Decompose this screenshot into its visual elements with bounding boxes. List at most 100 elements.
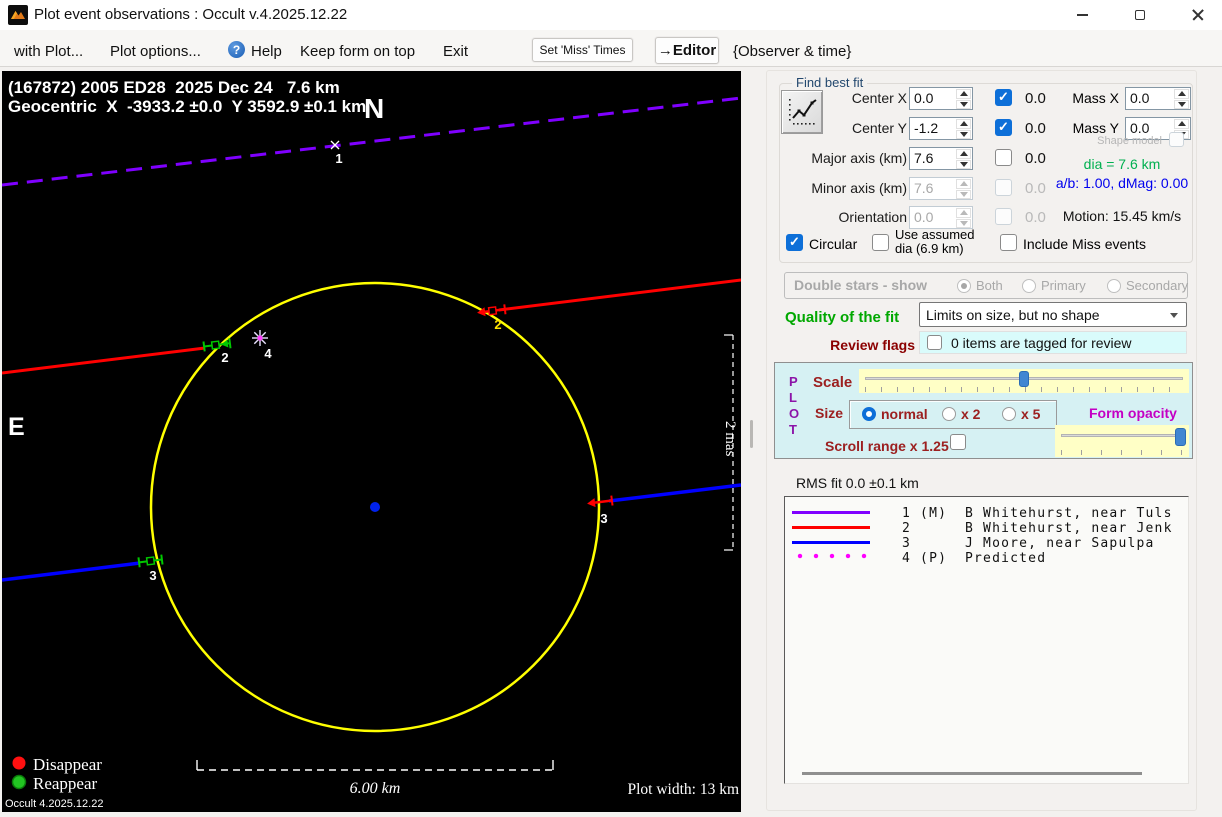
size-radio-x2[interactable]: [942, 407, 956, 421]
form-opacity-slider[interactable]: [1055, 425, 1189, 457]
include-miss-checkbox[interactable]: [1000, 234, 1017, 251]
mass-x-spinner[interactable]: 0.0: [1125, 87, 1191, 110]
minor-axis-value: 7.6: [914, 180, 934, 196]
app-window: Plot event observations : Occult v.4.202…: [0, 0, 1222, 817]
editor-button[interactable]: →Editor: [655, 37, 719, 64]
chord-2-left-segment: [1, 346, 206, 375]
titlebar: Plot event observations : Occult v.4.202…: [0, 0, 1222, 30]
reappear-label: Reappear: [33, 774, 98, 793]
reappear-dot-icon: [11, 774, 27, 790]
center-y-down[interactable]: [956, 129, 971, 139]
center-y-checkbox[interactable]: [995, 119, 1012, 136]
chevron-down-icon: [1170, 313, 1178, 318]
center-y-label: Center Y: [852, 120, 907, 136]
rms-fit-label: RMS fit 0.0 ±0.1 km: [796, 475, 919, 491]
menu-help[interactable]: Help: [251, 43, 282, 60]
observation-2-name: B Whitehurst, near Jenk: [965, 521, 1173, 536]
center-x-checkbox[interactable]: [995, 89, 1012, 106]
help-icon[interactable]: ?: [228, 41, 245, 58]
mass-x-up[interactable]: [1174, 89, 1189, 99]
major-axis-checkbox[interactable]: [995, 149, 1012, 166]
horizontal-scrollbar[interactable]: [802, 772, 1142, 775]
plot-letter-p: P: [789, 374, 798, 389]
major-axis-up[interactable]: [956, 149, 971, 159]
double-stars-radio-primary: [1022, 279, 1036, 293]
set-miss-times-button[interactable]: Set 'Miss' Times: [532, 38, 633, 62]
plot-canvas[interactable]: 1 2 2 3 3 4 (167872) 2005 ED28 2025 Dec …: [1, 71, 742, 812]
legend-line-chord2: [792, 526, 870, 529]
minor-axis-label: Minor axis (km): [811, 180, 907, 196]
center-y-spinner[interactable]: -1.2: [909, 117, 973, 140]
plot-title-line1: (167872) 2005 ED28 2025 Dec 24 7.6 km: [8, 78, 340, 97]
major-axis-down[interactable]: [956, 159, 971, 169]
asteroid-center-dot: [370, 502, 380, 512]
close-icon: [1192, 9, 1204, 21]
observation-3-num: 3: [902, 536, 912, 551]
circular-checkbox[interactable]: [786, 234, 803, 251]
size-radio-group: normal x 2 x 5: [849, 400, 1057, 429]
observation-row-3[interactable]: 3 J Moore, near Sapulpa: [902, 536, 1155, 551]
disappear-dot-icon: [12, 756, 26, 770]
maximize-button[interactable]: [1118, 0, 1162, 30]
center-x-spinner[interactable]: 0.0: [909, 87, 973, 110]
menu-exit[interactable]: Exit: [443, 43, 468, 60]
major-axis-flag: 0.0: [1025, 150, 1046, 167]
scroll-range-checkbox[interactable]: [950, 434, 966, 450]
plot-controls-panel: P L O T Scale Size normal x 2 x 5 Form o…: [774, 362, 1193, 459]
use-assumed-checkbox[interactable]: [872, 234, 889, 251]
double-stars-title: Double stars - show: [794, 277, 928, 293]
center-x-down[interactable]: [956, 99, 971, 109]
review-flags-checkbox[interactable]: [927, 335, 942, 350]
orientation-flag: 0.0: [1025, 209, 1046, 226]
size-label: Size: [815, 405, 844, 421]
use-assumed-line1: Use assumed: [895, 227, 975, 242]
quality-label: Quality of the fit: [785, 309, 900, 326]
scale-slider[interactable]: [859, 369, 1189, 393]
size-label-x5[interactable]: x 5: [1021, 406, 1040, 422]
size-label-x2[interactable]: x 2: [961, 406, 980, 422]
quality-dropdown[interactable]: Limits on size, but no shape: [919, 302, 1187, 327]
major-axis-value[interactable]: 7.6: [910, 148, 956, 169]
observations-listbox[interactable]: 1 (M) B Whitehurst, near Tuls 2 B Whitehur…: [784, 496, 1189, 784]
menu-plot-options[interactable]: Plot options...: [110, 43, 201, 60]
review-flags-box: 0 items are tagged for review: [919, 331, 1187, 354]
menu-keep-on-top[interactable]: Keep form on top: [300, 43, 415, 60]
app-icon: [8, 5, 28, 25]
major-axis-spinner[interactable]: 7.6: [909, 147, 973, 170]
size-radio-normal[interactable]: [862, 407, 876, 421]
close-button[interactable]: [1176, 0, 1220, 30]
mass-x-value[interactable]: 0.0: [1126, 88, 1174, 109]
north-label: N: [364, 93, 384, 124]
use-assumed-label: Use assumed dia (6.9 km): [895, 228, 974, 256]
observation-4-name: Predicted: [965, 551, 1047, 566]
plot-letter-t: T: [789, 422, 797, 437]
plot-letter-l: L: [789, 390, 797, 405]
control-panel: Find best fit Center X 0.0 0.0 Center Y …: [766, 70, 1197, 811]
observation-row-4[interactable]: 4 (P) Predicted: [902, 551, 1046, 566]
circular-label: Circular: [809, 236, 858, 252]
center-y-value[interactable]: -1.2: [910, 118, 956, 139]
observation-row-2[interactable]: 2 B Whitehurst, near Jenk: [902, 521, 1173, 536]
double-stars-radio-secondary: [1107, 279, 1121, 293]
scale-slider-thumb[interactable]: [1019, 371, 1029, 387]
occultation-plot-svg: 1 2 2 3 3 4 (167872) 2005 ED28 2025 Dec …: [1, 78, 742, 810]
mass-y-up[interactable]: [1174, 119, 1189, 129]
minimize-button[interactable]: [1060, 0, 1104, 30]
observation-4-num: 4 (P): [902, 551, 948, 566]
form-opacity-slider-thumb[interactable]: [1175, 428, 1186, 446]
chord-4-label: 4: [264, 346, 272, 361]
center-x-up[interactable]: [956, 89, 971, 99]
size-label-normal[interactable]: normal: [881, 406, 928, 422]
ab-dmag-value: a/b: 1.00, dMag: 0.00: [1055, 175, 1189, 191]
window-title: Plot event observations : Occult v.4.202…: [34, 6, 348, 23]
center-y-up[interactable]: [956, 119, 971, 129]
observer-time-label: {Observer & time}: [733, 43, 852, 60]
double-stars-label-primary: Primary: [1041, 278, 1086, 293]
size-radio-x5[interactable]: [1002, 407, 1016, 421]
observation-row-1[interactable]: 1 (M) B Whitehurst, near Tuls: [902, 506, 1173, 521]
menu-with-plot[interactable]: with Plot...: [14, 43, 83, 60]
splitter-handle[interactable]: [750, 420, 753, 448]
center-x-value[interactable]: 0.0: [910, 88, 956, 109]
mass-x-down[interactable]: [1174, 99, 1189, 109]
observation-2-num: 2: [902, 521, 912, 536]
